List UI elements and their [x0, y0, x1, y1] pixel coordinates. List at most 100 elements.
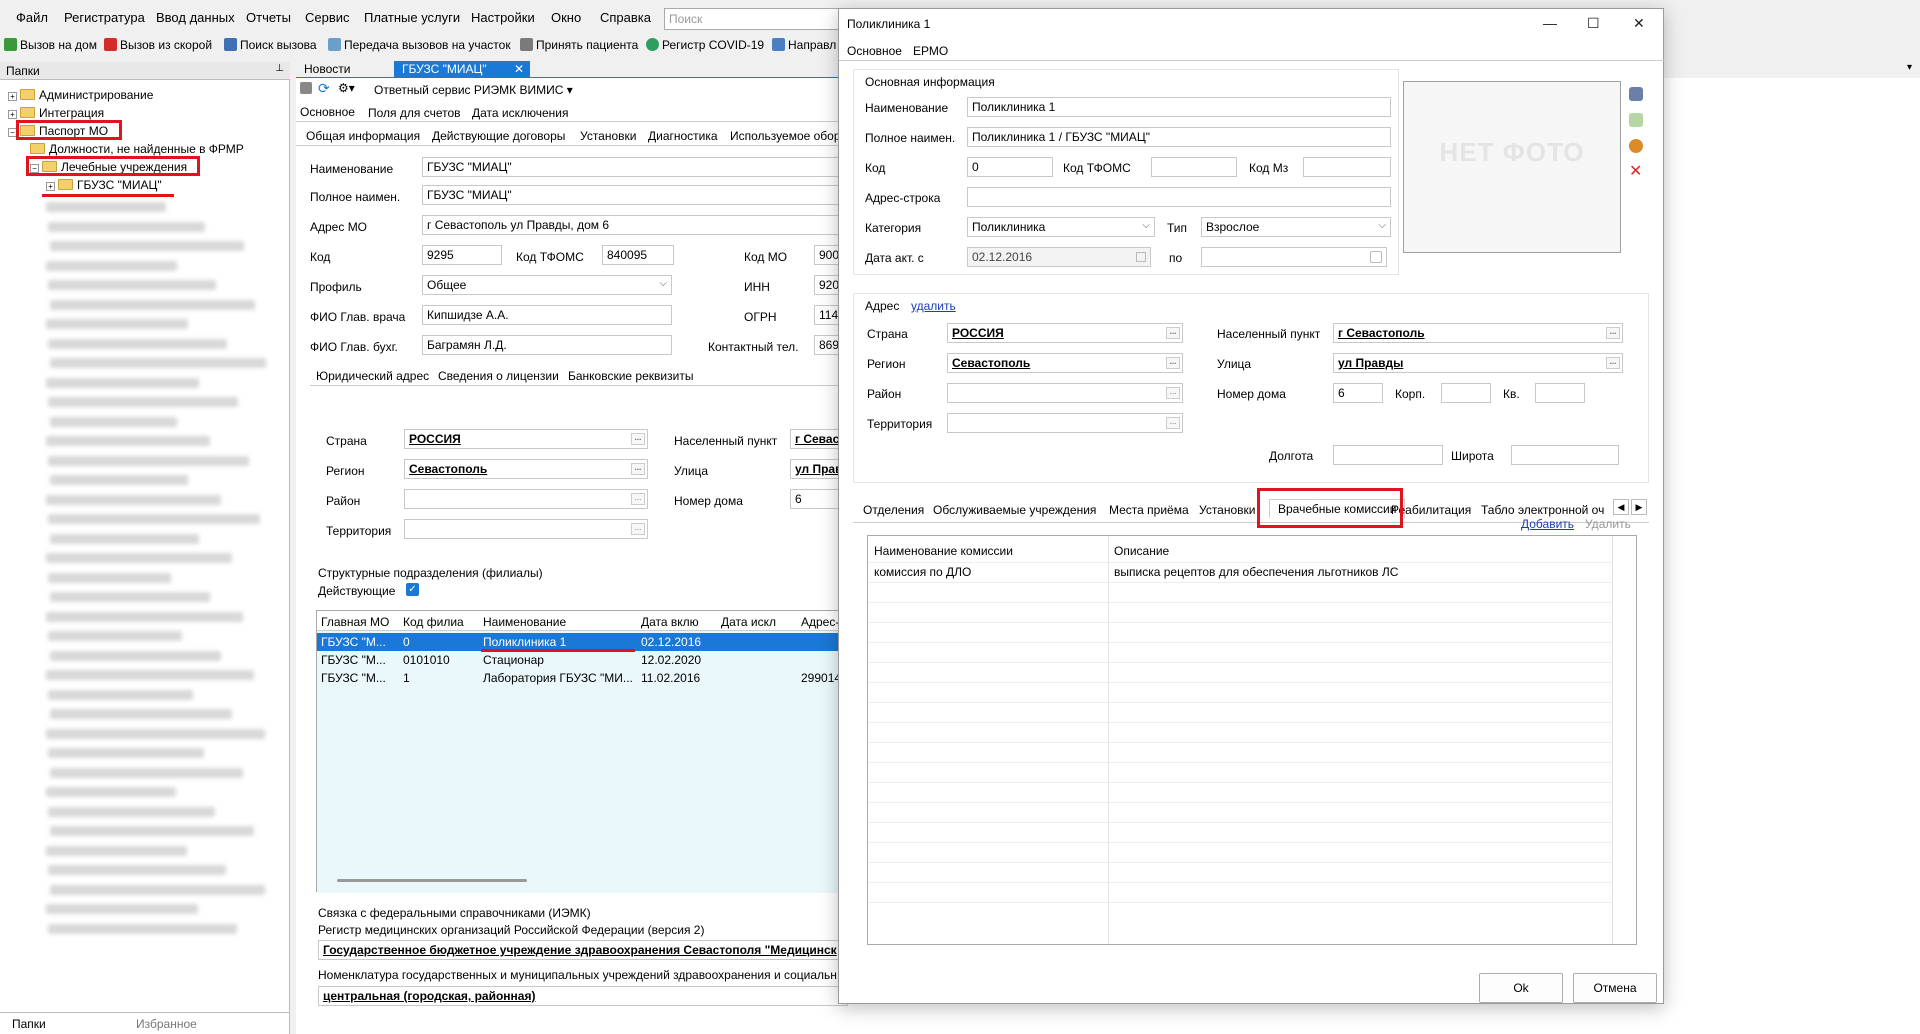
minimize-icon[interactable]: — — [1543, 15, 1557, 31]
address-string-field[interactable] — [967, 187, 1391, 207]
refresh-icon[interactable]: ⟳ — [318, 80, 330, 97]
fed-nomenclature-field[interactable]: центральная (городская, районная) — [318, 986, 848, 1006]
more-icon[interactable]: ... — [1166, 417, 1180, 429]
accept-patient-button[interactable]: Принять пациента — [520, 38, 638, 52]
tab-served-orgs[interactable]: Обслуживаемые учреждения — [933, 503, 1096, 517]
tab-favorites[interactable]: Избранное — [136, 1017, 197, 1031]
upload-photo-icon[interactable] — [1629, 87, 1643, 101]
district-field[interactable]: ... — [404, 489, 648, 509]
menu-window[interactable]: Окно — [551, 10, 581, 25]
close-icon[interactable]: ✕ — [1633, 15, 1645, 32]
more-icon[interactable]: ... — [1606, 327, 1620, 339]
tab-license[interactable]: Сведения о лицензии — [438, 369, 559, 383]
search-input[interactable]: Поиск — [664, 8, 844, 30]
more-icon[interactable]: ... — [631, 523, 645, 535]
col-description[interactable]: Описание — [1114, 544, 1169, 558]
country-field[interactable]: РОССИЯ... — [404, 429, 648, 449]
tab-equipment[interactable]: Используемое обор — [730, 129, 841, 143]
col-date-in[interactable]: Дата вклю — [641, 615, 699, 629]
direction-button[interactable]: Направл — [772, 38, 836, 52]
tab-ermo[interactable]: ЕРМО — [913, 44, 948, 58]
tab-folders[interactable]: Папки — [12, 1017, 46, 1031]
expand-icon[interactable]: + — [46, 182, 55, 191]
delete-photo-icon[interactable]: ✕ — [1629, 161, 1642, 181]
settings-icon[interactable]: ⚙▾ — [338, 81, 355, 95]
house-field[interactable]: 6 — [790, 489, 842, 509]
horizontal-scrollbar[interactable] — [337, 879, 527, 882]
tab-rehabilitation[interactable]: Реабилитация — [1391, 503, 1471, 517]
more-icon[interactable]: ... — [1166, 387, 1180, 399]
tab-contracts[interactable]: Действующие договоры — [432, 129, 565, 143]
menu-service[interactable]: Сервис — [305, 10, 350, 25]
corp-field[interactable] — [1441, 383, 1491, 403]
type-select[interactable]: Взрослое ⌵ — [1201, 217, 1391, 237]
fullname-field[interactable]: Поликлиника 1 / ГБУЗС "МИАЦ" — [967, 127, 1391, 147]
col-name[interactable]: Наименование — [483, 615, 566, 629]
country-field[interactable]: РОССИЯ... — [947, 323, 1183, 343]
latitude-field[interactable] — [1511, 445, 1619, 465]
date-to-field[interactable] — [1201, 247, 1387, 267]
tab-reception-places[interactable]: Места приёма — [1109, 503, 1189, 517]
table-row[interactable]: ГБУЗС "М... 1 Лаборатория ГБУЗС "МИ... 1… — [317, 669, 857, 687]
tab-invoice-fields[interactable]: Поля для счетов — [368, 106, 461, 120]
close-icon[interactable]: ✕ — [514, 62, 524, 76]
district-field[interactable]: ... — [947, 383, 1183, 403]
covid-button[interactable]: Регистр COVID-19 — [646, 38, 764, 52]
expand-icon[interactable]: + — [8, 92, 17, 101]
service-dropdown[interactable]: Ответный сервис РИЭМК ВИМИС ▾ — [374, 83, 573, 97]
tree-item-admin[interactable]: + Администрирование — [8, 88, 153, 102]
tab-general-info[interactable]: Общая информация — [306, 129, 420, 143]
active-checkbox[interactable]: ✓ — [406, 583, 419, 596]
tab-bank[interactable]: Банковские реквизиты — [568, 369, 693, 383]
region-field[interactable]: Севастополь... — [404, 459, 648, 479]
more-icon[interactable]: ... — [631, 493, 645, 505]
table-row[interactable]: комиссия по ДЛО выписка рецептов для обе… — [868, 562, 1612, 582]
tab-main[interactable]: Основное — [300, 105, 355, 119]
menu-help[interactable]: Справка — [600, 10, 651, 25]
ok-button[interactable]: Ok — [1479, 973, 1563, 1003]
accountant-field[interactable]: Баграмян Л.Д. — [422, 335, 672, 355]
house-field[interactable]: 6 — [1333, 383, 1383, 403]
profile-select[interactable]: Общее ⌵ — [422, 275, 672, 295]
mz-field[interactable] — [1303, 157, 1391, 177]
tree-item-integration[interactable]: + Интеграция — [8, 106, 104, 120]
col-branch-code[interactable]: Код филиа — [403, 615, 475, 629]
menu-registry[interactable]: Регистратура — [64, 10, 145, 25]
longitude-field[interactable] — [1333, 445, 1443, 465]
save-icon[interactable] — [300, 82, 312, 94]
checkbox-icon[interactable] — [1370, 251, 1382, 263]
palette-icon[interactable] — [1629, 139, 1643, 153]
fullname-field[interactable]: ГБУЗС "МИАЦ" — [422, 185, 842, 205]
code-field[interactable]: 9295 — [422, 245, 502, 265]
calendar-icon[interactable] — [1136, 252, 1146, 262]
date-from-field[interactable]: 02.12.2016 — [967, 247, 1151, 267]
add-link[interactable]: Добавить — [1521, 517, 1574, 531]
name-field[interactable]: ГБУЗС "МИАЦ" — [422, 157, 842, 177]
menu-settings[interactable]: Настройки — [471, 10, 535, 25]
pin-icon[interactable]: ⊥ — [275, 63, 284, 74]
more-icon[interactable]: ... — [1166, 357, 1180, 369]
territory-field[interactable]: ... — [404, 519, 648, 539]
menu-data-entry[interactable]: Ввод данных — [156, 10, 235, 25]
address-field[interactable]: г Севастополь ул Правды, дом 6 — [422, 215, 842, 235]
ambulance-button[interactable]: Вызов из скорой — [104, 38, 212, 52]
tab-org[interactable]: ГБУЗС "МИАЦ" ✕ — [394, 61, 530, 78]
maximize-icon[interactable]: ☐ — [1587, 15, 1600, 32]
tfoms-field[interactable] — [1151, 157, 1237, 177]
code-field[interactable]: 0 — [967, 157, 1053, 177]
tab-exclusion-date[interactable]: Дата исключения — [472, 106, 569, 120]
tab-legal-address[interactable]: Юридический адрес — [316, 369, 429, 383]
tab-news[interactable]: Новости — [296, 61, 386, 78]
col-main-mo[interactable]: Главная МО — [321, 615, 389, 629]
tab-settings[interactable]: Установки — [580, 129, 636, 143]
chief-field[interactable]: Кипшидзе А.А. — [422, 305, 672, 325]
camera-icon[interactable] — [1629, 113, 1643, 127]
chevron-down-icon[interactable]: ▾ — [1907, 62, 1912, 73]
col-date-out[interactable]: Дата искл — [721, 615, 776, 629]
chevron-left-icon[interactable]: ◀ — [1613, 499, 1629, 515]
tree-item-org[interactable]: + ГБУЗС "МИАЦ" — [46, 178, 162, 192]
expand-icon[interactable]: + — [8, 110, 17, 119]
apt-field[interactable] — [1535, 383, 1585, 403]
menu-file[interactable]: Файл — [16, 10, 48, 25]
col-address[interactable]: Адрес- — [801, 615, 839, 629]
